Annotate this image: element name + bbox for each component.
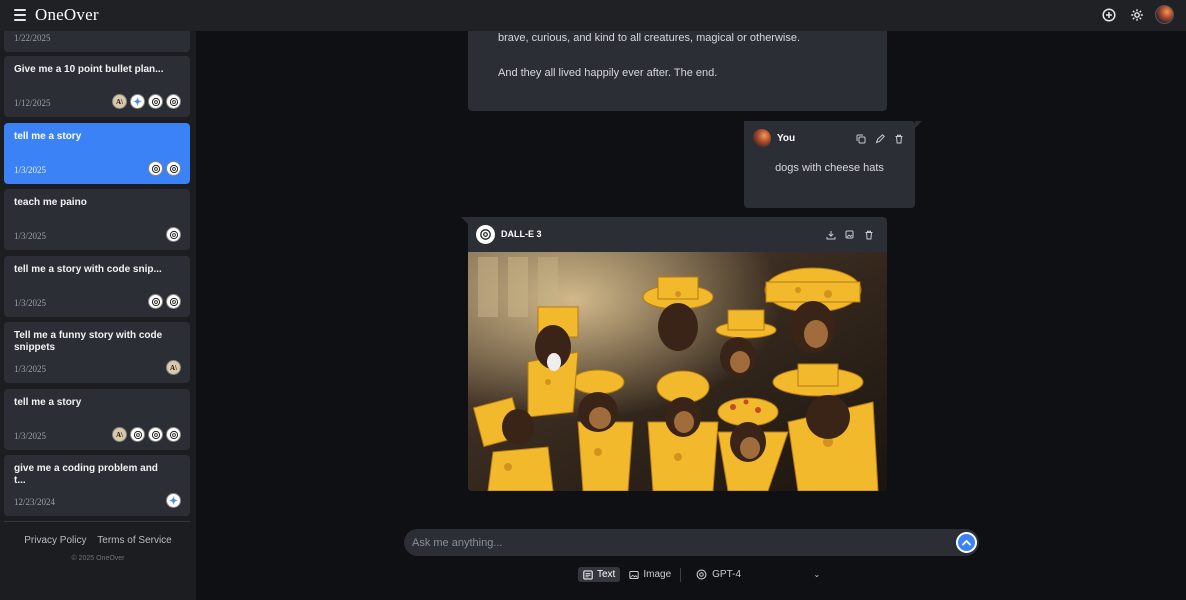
message-text: And they all lived happily ever after. T… [498,67,718,79]
gemini-icon [166,493,181,508]
conversation-item[interactable]: Give me a 10 point bullet plan... 1/12/2… [4,56,190,117]
download-icon[interactable] [825,229,836,240]
openai-icon [696,569,707,580]
send-button[interactable] [956,532,977,553]
conversation-date: 1/3/2025 [14,431,47,441]
conversation-item[interactable]: tell me a story with code snip... 1/3/20… [4,256,190,317]
model-icons [166,227,181,242]
openai-icon [166,94,181,109]
openai-icon [166,427,181,442]
conversation-title: Give me a 10 point bullet plan... [14,64,164,75]
text-mode-tab[interactable]: Text [578,567,621,582]
selected-model: GPT-4 [712,569,742,580]
conversation-date: 1/3/2025 [14,364,47,374]
openai-icon [476,225,495,244]
text-icon [583,570,593,579]
conversation-item[interactable]: give me a coding problem and t... 12/23/… [4,455,190,516]
sidebar-divider [4,521,190,522]
new-chat-icon[interactable] [1099,5,1118,24]
user-avatar[interactable] [1155,5,1174,24]
conversation-item[interactable]: Tell me a funny story with code snippets… [4,322,190,383]
chevron-down-icon: ⌄ [813,570,821,579]
divider [680,567,682,582]
message-actions [855,133,904,144]
mode-bar: Text Image GPT-4 ⌄ [578,567,825,582]
image-message: DALL-E 3 [468,217,887,491]
copyright: © 2025 OneOver [71,555,125,562]
message-text: brave, curious, and kind to all creature… [498,32,801,44]
conversation-title: tell me a story [14,131,82,142]
conversation-date: 1/3/2025 [14,165,47,175]
model-name: DALL-E 3 [501,229,542,239]
chat-area: brave, curious, and kind to all creature… [196,31,1186,600]
user-message: You dogs with cheese hats [744,121,915,208]
sender-name: You [777,133,796,144]
model-icons: A\ [112,427,181,442]
openai-icon [148,94,163,109]
edit-icon[interactable] [874,133,885,144]
assistant-message: brave, curious, and kind to all creature… [468,31,887,111]
conversation-date: 1/3/2025 [14,231,47,241]
openai-icon [166,227,181,242]
conversation-date: 1/3/2025 [14,298,47,308]
model-icons: A\ [112,94,181,109]
user-avatar [752,129,771,148]
conversation-title: give me a coding problem and t... [14,463,158,486]
anthropic-icon: A\ [112,427,127,442]
bubble-tail [915,121,922,128]
image-mode-label: Image [643,569,672,580]
top-actions [1099,5,1174,24]
menu-icon[interactable] [14,9,26,21]
conversation-item[interactable]: teach me paino 1/3/2025 [4,189,190,250]
delete-icon[interactable] [863,229,874,240]
conversation-date: 1/22/2025 [14,33,51,43]
generated-image[interactable] [468,252,887,491]
delete-icon[interactable] [893,133,904,144]
chat-composer [404,529,979,556]
openai-icon [148,161,163,176]
conversation-title: teach me paino [14,197,87,208]
openai-icon [130,427,145,442]
conversation-title: tell me a story with code snip... [14,264,162,275]
conversation-item-active[interactable]: tell me a story 1/3/2025 [4,123,190,184]
openai-icon [166,294,181,309]
footer-links: Privacy Policy Terms of Service [0,535,196,546]
model-selector[interactable]: GPT-4 ⌄ [691,567,825,582]
model-icons [148,294,181,309]
conversation-title: Tell me a funny story with code snippets [14,330,163,353]
model-icons [148,161,181,176]
bubble-tail [461,217,468,224]
image-icon [629,570,640,579]
settings-gear-icon[interactable] [1127,5,1146,24]
image-mode-tab[interactable]: Image [624,567,676,582]
conversation-date: 12/23/2024 [14,497,56,507]
model-icons: A\ [166,360,181,375]
gemini-icon [130,94,145,109]
anthropic-icon: A\ [166,360,181,375]
openai-icon [166,161,181,176]
brand-logo[interactable]: OneOver [35,5,99,25]
conversation-item[interactable]: tell me a story 1/3/2025 A\ [4,389,190,450]
chat-input[interactable] [412,529,942,556]
openai-icon [148,294,163,309]
top-bar: OneOver [0,0,1186,31]
sidebar: 1/22/2025 Give me a 10 point bullet plan… [0,19,196,600]
message-actions [825,229,874,240]
anthropic-icon: A\ [112,94,127,109]
image-edit-icon[interactable] [844,229,855,240]
user-message-text: dogs with cheese hats [775,162,884,174]
text-mode-label: Text [597,569,616,580]
model-icons [166,493,181,508]
copy-icon[interactable] [855,133,866,144]
openai-icon [148,427,163,442]
terms-of-service-link[interactable]: Terms of Service [97,535,171,546]
conversation-date: 1/12/2025 [14,98,51,108]
conversation-title: tell me a story [14,397,82,408]
privacy-policy-link[interactable]: Privacy Policy [24,535,86,546]
